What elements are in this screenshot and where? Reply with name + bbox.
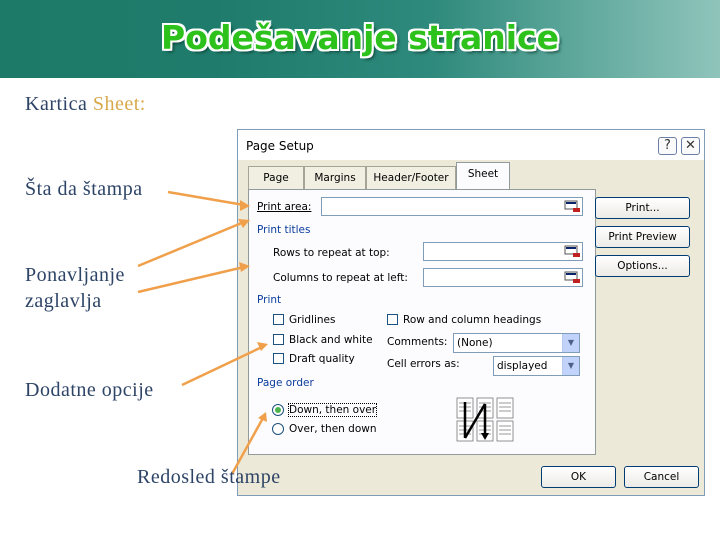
label-order-annotation: Redosled štampe bbox=[137, 466, 281, 488]
annotation-arrows bbox=[137, 190, 268, 475]
arrow-titles-top bbox=[137, 220, 245, 268]
arrow-titles-bottom bbox=[137, 265, 245, 294]
arrow-options bbox=[181, 345, 263, 387]
arrow-print-area bbox=[167, 190, 245, 207]
